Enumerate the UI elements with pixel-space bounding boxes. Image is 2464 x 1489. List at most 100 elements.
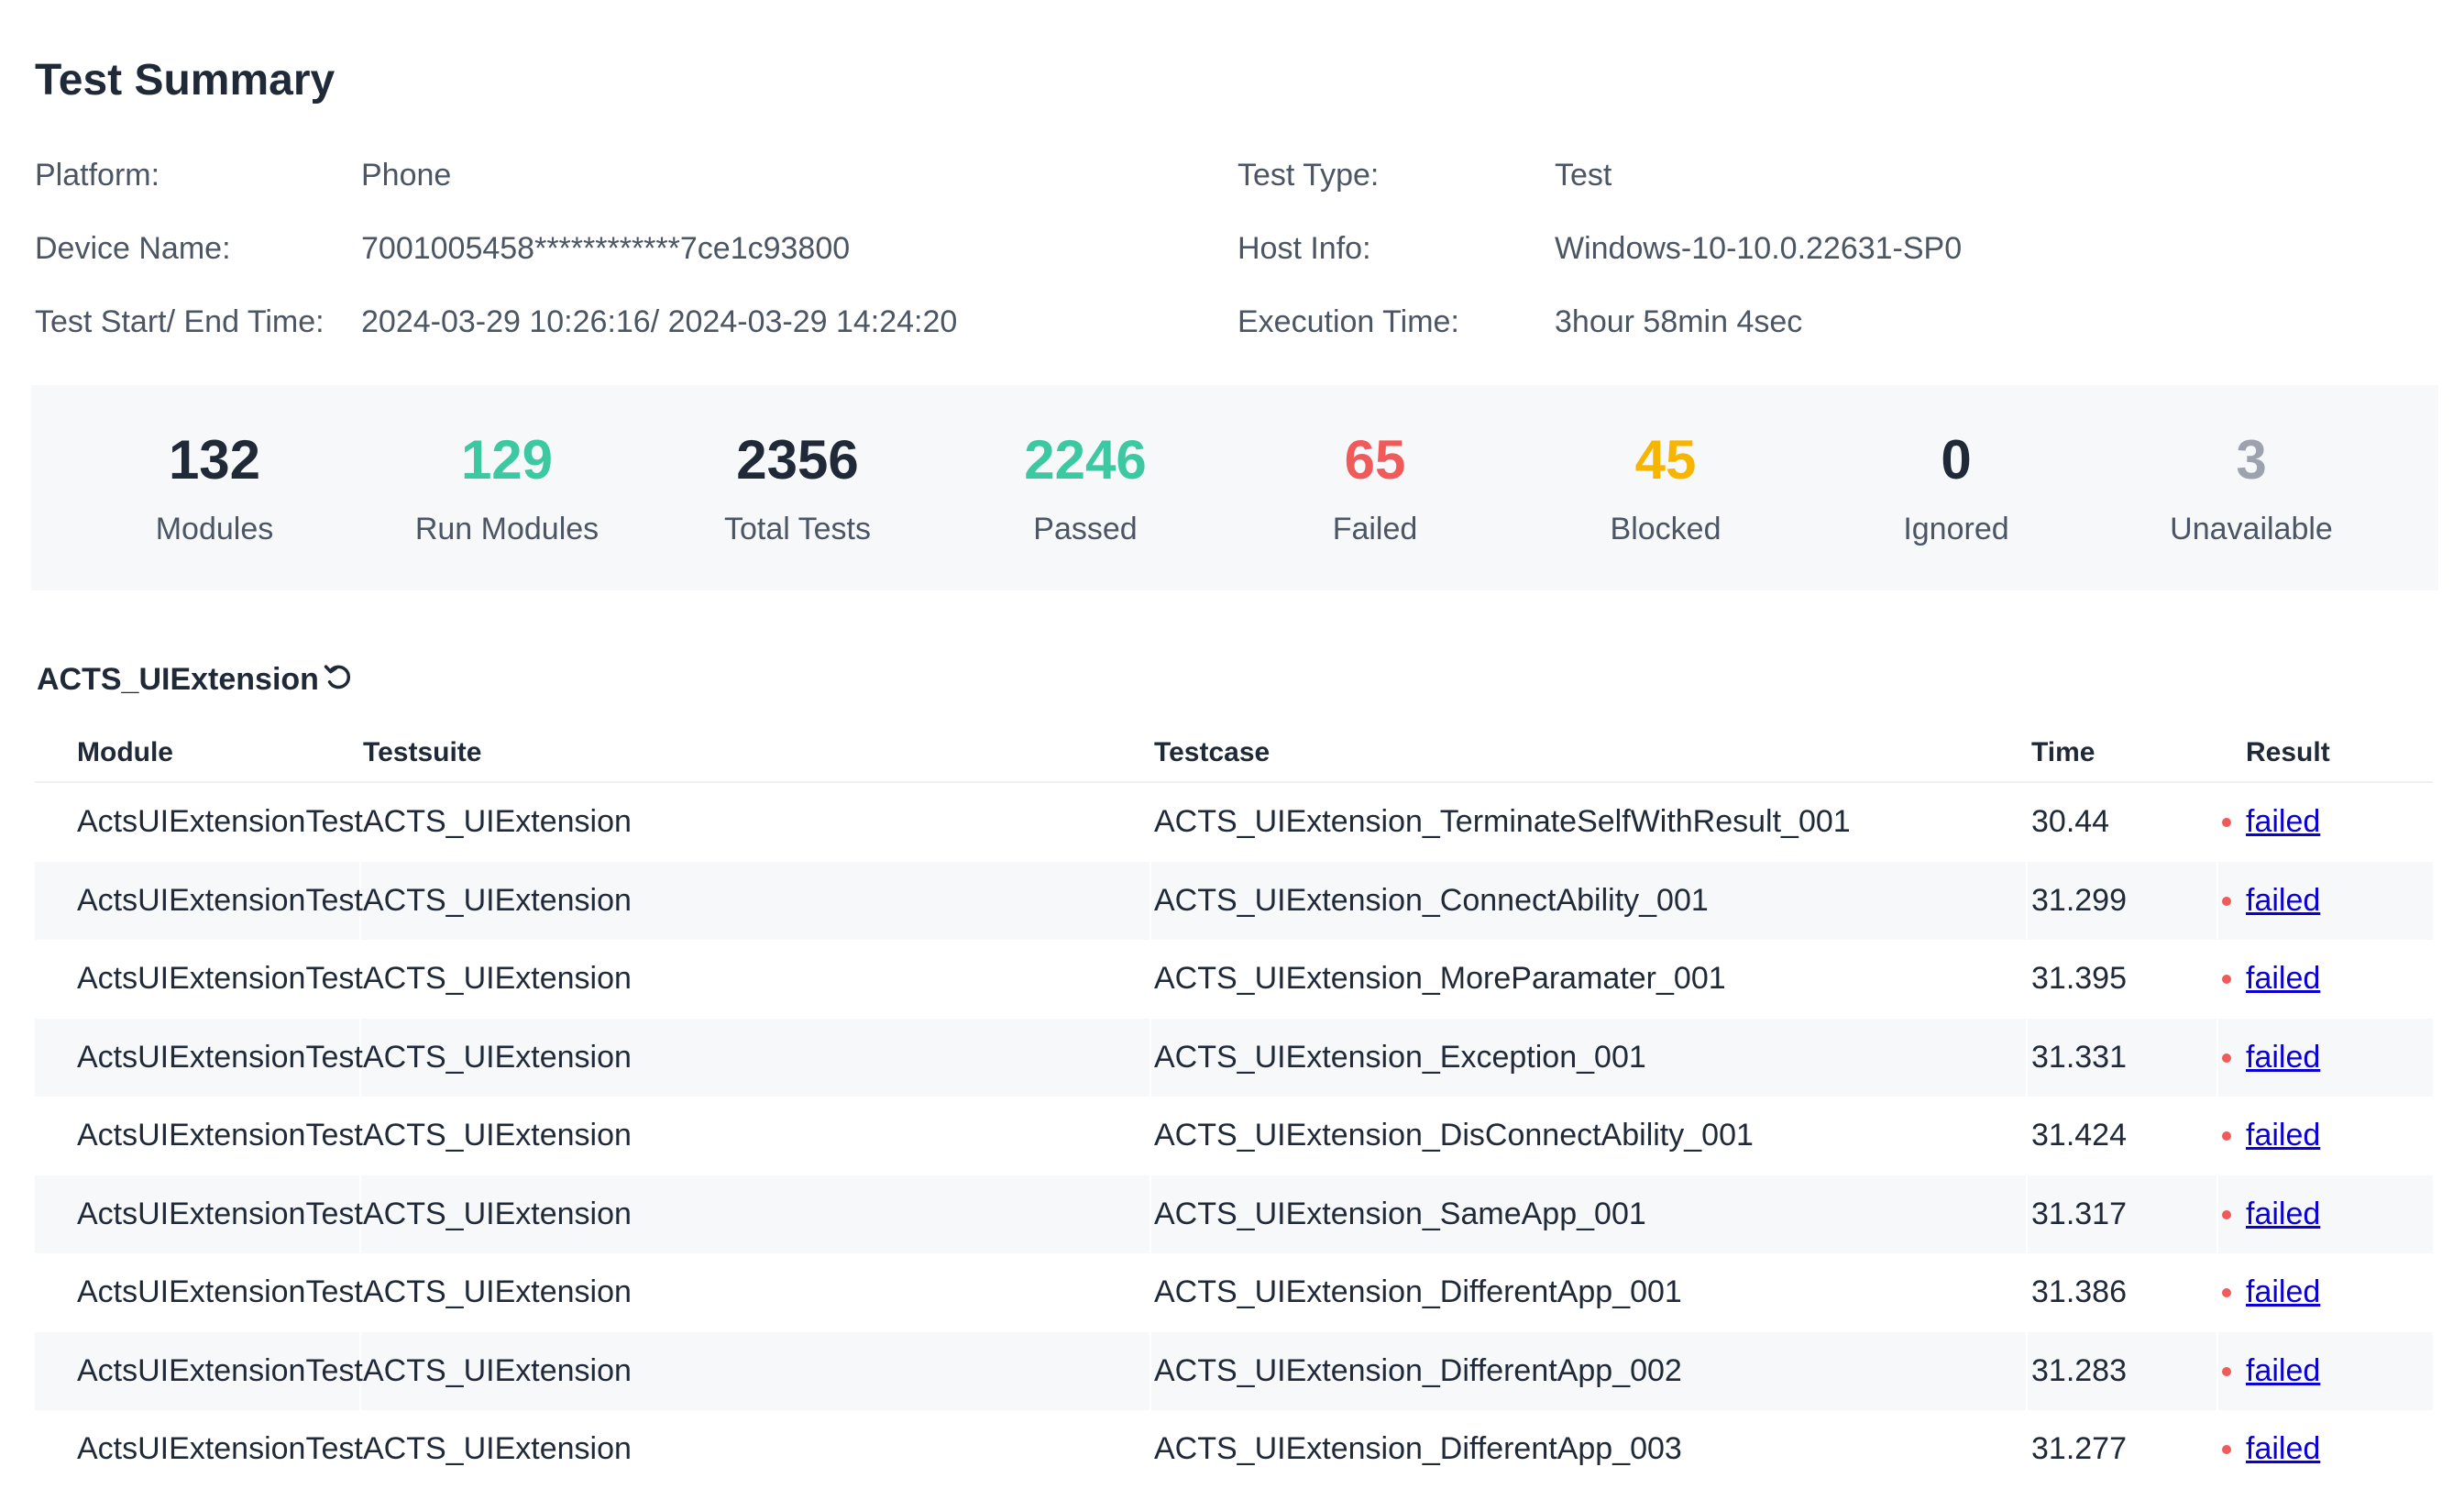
column-header-time[interactable]: Time <box>2031 724 2095 781</box>
column-divider <box>2216 1253 2218 1332</box>
cell-testsuite: ACTS_UIExtension <box>363 961 632 996</box>
table-row: ActsUIExtensionTest ACTS_UIExtension ACTS_… <box>35 1097 2433 1175</box>
column-header-result[interactable]: Result <box>2246 724 2330 781</box>
column-divider <box>1150 940 1151 1019</box>
cell-testcase: ACTS_UIExtension_DisConnectAbility_001 <box>1154 1118 1754 1153</box>
table-row: ActsUIExtensionTest ACTS_UIExtension ACTS_… <box>35 1175 2433 1254</box>
stat-label: Ignored <box>1903 512 2009 546</box>
column-header-testcase[interactable]: Testcase <box>1154 724 1270 781</box>
result-link[interactable]: failed <box>2246 783 2320 862</box>
result-link[interactable]: failed <box>2246 1175 2320 1254</box>
status-dot-icon <box>2222 1131 2231 1141</box>
stat-value: 129 <box>460 429 554 491</box>
test-report-page: Test Summary Platform: Phone Device Name… <box>0 0 2464 1489</box>
cell-module: ActsUIExtensionTest <box>77 804 363 839</box>
status-dot-icon <box>2222 1445 2231 1454</box>
result-link[interactable]: failed <box>2246 1019 2320 1097</box>
column-divider <box>2216 1410 2218 1489</box>
result-link[interactable]: failed <box>2246 1332 2320 1411</box>
stat-label: Passed <box>1033 512 1138 546</box>
column-divider <box>2026 1097 2028 1175</box>
table-body: ActsUIExtensionTest ACTS_UIExtension ACTS_… <box>35 783 2433 1489</box>
stat-value: 0 <box>1941 429 1972 491</box>
cell-testsuite: ACTS_UIExtension <box>363 1196 632 1231</box>
refresh-icon[interactable] <box>321 660 356 695</box>
column-divider <box>2026 1410 2028 1489</box>
column-divider <box>1150 1175 1151 1253</box>
table-header: Module Testsuite Testcase Time Result <box>35 724 2433 783</box>
cell-testsuite: ACTS_UIExtension <box>363 804 632 839</box>
cell-testsuite: ACTS_UIExtension <box>363 1274 632 1309</box>
column-divider <box>2216 940 2218 1019</box>
status-dot-icon <box>2222 975 2231 984</box>
cell-time: 31.386 <box>2031 1274 2127 1309</box>
cell-module: ActsUIExtensionTest <box>77 1196 363 1231</box>
column-divider <box>1150 1253 1151 1332</box>
test-time-value: 2024-03-29 10:26:16/ 2024-03-29 14:24:20 <box>361 304 958 339</box>
table-row: ActsUIExtensionTest ACTS_UIExtension ACTS_… <box>35 1410 2433 1489</box>
cell-testcase: ACTS_UIExtension_Exception_001 <box>1154 1039 1646 1075</box>
cell-module: ActsUIExtensionTest <box>77 1352 363 1388</box>
stat-value: 3 <box>2236 429 2267 491</box>
column-divider <box>2216 861 2218 940</box>
cell-testcase: ACTS_UIExtension_ConnectAbility_001 <box>1154 882 1709 918</box>
cell-time: 31.395 <box>2031 961 2127 996</box>
cell-module: ActsUIExtensionTest <box>77 1274 363 1309</box>
column-divider <box>2216 1097 2218 1175</box>
cell-testsuite: ACTS_UIExtension <box>363 882 632 918</box>
result-link[interactable]: failed <box>2246 862 2320 941</box>
cell-testcase: ACTS_UIExtension_DifferentApp_002 <box>1154 1352 1682 1388</box>
column-divider <box>2026 1331 2028 1410</box>
cell-module: ActsUIExtensionTest <box>77 961 363 996</box>
execution-time-label: Execution Time: <box>1238 304 1459 339</box>
column-divider <box>1150 1018 1151 1097</box>
stat-value: 65 <box>1344 429 1406 491</box>
status-dot-icon <box>2222 1366 2231 1376</box>
column-divider <box>2216 783 2218 862</box>
stat-label: Failed <box>1332 512 1418 546</box>
cell-testsuite: ACTS_UIExtension <box>363 1352 632 1388</box>
column-divider <box>2026 861 2028 940</box>
result-link[interactable]: failed <box>2246 1253 2320 1332</box>
test-time-label: Test Start/ End Time: <box>35 304 324 339</box>
stat-value: 2246 <box>1024 429 1147 491</box>
column-header-testsuite[interactable]: Testsuite <box>363 724 481 781</box>
result-link[interactable]: failed <box>2246 1097 2320 1175</box>
status-dot-icon <box>2222 1053 2231 1063</box>
result-link[interactable]: failed <box>2246 1410 2320 1489</box>
cell-testcase: ACTS_UIExtension_DifferentApp_003 <box>1154 1431 1682 1466</box>
cell-module: ActsUIExtensionTest <box>77 1039 363 1075</box>
column-divider <box>2026 1175 2028 1253</box>
column-divider <box>2216 1018 2218 1097</box>
cell-time: 31.283 <box>2031 1352 2127 1388</box>
stat-label: Blocked <box>1610 512 1722 546</box>
column-divider <box>1150 1097 1151 1175</box>
cell-testcase: ACTS_UIExtension_DifferentApp_001 <box>1154 1274 1682 1309</box>
status-dot-icon <box>2222 1288 2231 1297</box>
table-row: ActsUIExtensionTest ACTS_UIExtension ACTS_… <box>35 1253 2433 1332</box>
page-title: Test Summary <box>35 56 336 105</box>
host-info-value: Windows-10-10.0.22631-SP0 <box>1555 231 1963 266</box>
result-link[interactable]: failed <box>2246 940 2320 1019</box>
stat-label: Run Modules <box>414 512 600 546</box>
column-divider <box>1150 783 1151 862</box>
column-divider <box>1150 1410 1151 1489</box>
stat-label: Modules <box>155 512 274 546</box>
status-dot-icon <box>2222 818 2231 827</box>
stat-label: Unavailable <box>2170 512 2333 546</box>
table-row: ActsUIExtensionTest ACTS_UIExtension ACTS_… <box>35 861 2433 941</box>
platform-label: Platform: <box>35 158 160 193</box>
column-divider <box>1150 861 1151 940</box>
stats-panel: 132 Modules 129 Run Modules 2356 Total T… <box>31 385 2438 590</box>
table-row: ActsUIExtensionTest ACTS_UIExtension ACTS_… <box>35 940 2433 1019</box>
table-row: ActsUIExtensionTest ACTS_UIExtension ACTS_… <box>35 1018 2433 1097</box>
column-divider <box>2026 940 2028 1019</box>
module-section-title: ACTS_UIExtension <box>37 662 319 697</box>
cell-time: 31.331 <box>2031 1039 2127 1075</box>
stat-value: 132 <box>168 429 261 491</box>
cell-time: 31.424 <box>2031 1118 2127 1153</box>
cell-time: 31.317 <box>2031 1196 2127 1231</box>
column-header-module[interactable]: Module <box>77 724 173 781</box>
host-info-label: Host Info: <box>1238 231 1371 266</box>
stat-value: 2356 <box>736 429 859 491</box>
